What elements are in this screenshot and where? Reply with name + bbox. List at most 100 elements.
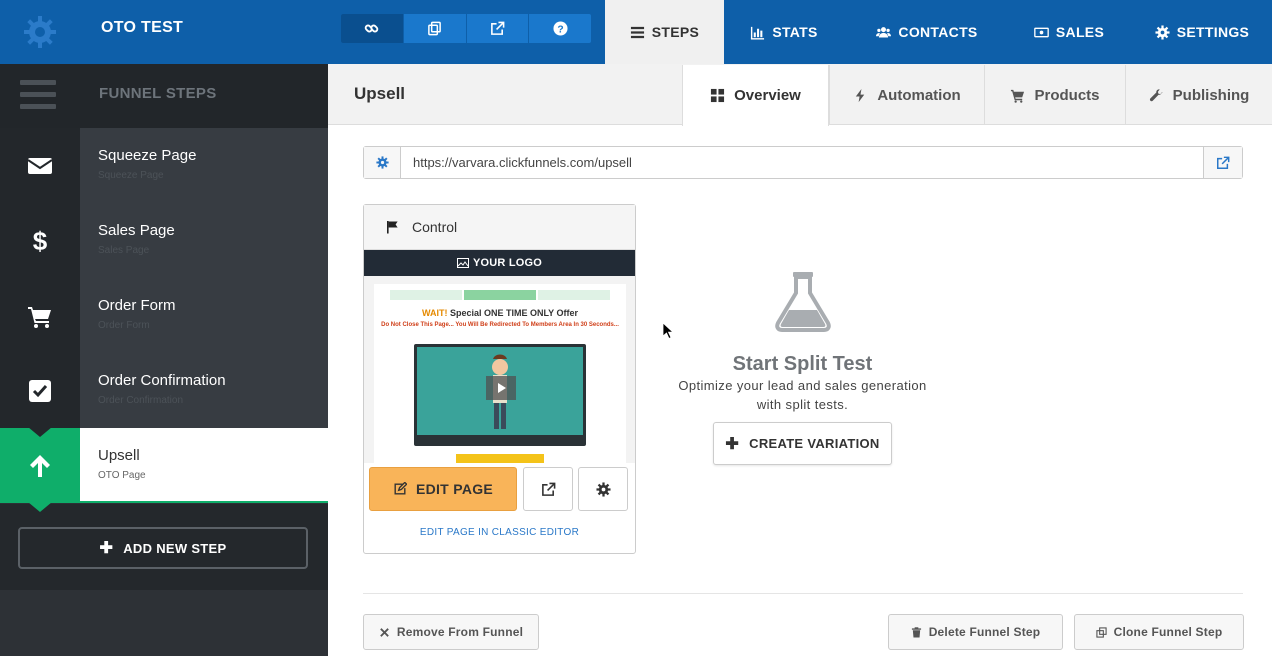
nav-steps-label: STEPS xyxy=(651,24,700,40)
envelope-icon xyxy=(27,157,53,174)
page-header: Upsell Overview Automation Products Publ… xyxy=(328,64,1272,126)
cart-icon xyxy=(28,306,51,328)
remove-from-funnel-label: Remove From Funnel xyxy=(396,625,524,639)
menu-icon[interactable] xyxy=(20,80,56,110)
nav-sales[interactable]: SALES xyxy=(1012,0,1126,64)
add-new-step-button[interactable]: ✚ ADD NEW STEP xyxy=(18,527,308,569)
flask-icon xyxy=(775,272,831,332)
split-test-title: Start Split Test xyxy=(732,353,873,375)
funnel-title: OTO TEST xyxy=(101,19,184,36)
step-subtitle: Squeeze Page xyxy=(98,170,164,181)
step-name: Order Form xyxy=(98,297,176,314)
open-external-button[interactable] xyxy=(467,14,530,43)
plus-icon: ✚ xyxy=(99,540,114,557)
edit-page-button[interactable]: EDIT PAGE xyxy=(369,467,517,511)
link-button[interactable] xyxy=(341,14,404,43)
plus-icon: ✚ xyxy=(725,435,740,453)
svg-text:$: $ xyxy=(33,227,48,255)
open-url-button[interactable] xyxy=(1203,147,1242,178)
app-logo[interactable] xyxy=(0,0,80,64)
sidebar-header: FUNNEL STEPS xyxy=(0,64,328,128)
split-test-panel: Start Split Test Optimize your lead and … xyxy=(670,260,935,480)
help-icon: ? xyxy=(553,21,568,36)
cog-icon xyxy=(595,481,611,497)
open-page-button[interactable] xyxy=(523,467,573,511)
grid-icon xyxy=(711,88,725,103)
copy-button[interactable] xyxy=(404,14,467,43)
variant-header: Control xyxy=(364,205,635,250)
sidebar-step-order-form[interactable]: Order Form Order Form xyxy=(0,278,328,362)
checkbox-icon xyxy=(29,379,51,402)
edit-classic-editor-link[interactable]: EDIT PAGE IN CLASSIC EDITOR xyxy=(364,527,635,538)
tab-products[interactable]: Products xyxy=(984,65,1125,125)
step-name: Squeeze Page xyxy=(98,147,197,164)
image-icon xyxy=(456,258,469,268)
add-new-step-label: ADD NEW STEP xyxy=(123,540,227,556)
sidebar-title: FUNNEL STEPS xyxy=(99,85,217,102)
variant-label: Control xyxy=(412,219,458,235)
play-icon xyxy=(486,376,516,400)
tab-products-label: Products xyxy=(1034,86,1100,104)
copy-icon xyxy=(1095,626,1107,638)
delete-funnel-step-button[interactable]: Delete Funnel Step xyxy=(888,614,1063,650)
wrench-icon xyxy=(1149,88,1163,101)
tab-automation[interactable]: Automation xyxy=(829,65,984,125)
dollar-icon: $ xyxy=(33,227,48,255)
external-link-icon xyxy=(1217,156,1230,169)
sidebar-step-upsell[interactable]: Upsell OTO Page xyxy=(0,428,328,512)
sidebar: FUNNEL STEPS Squeeze Page Squeeze Page $… xyxy=(0,64,328,656)
delete-funnel-step-label: Delete Funnel Step xyxy=(928,625,1041,639)
step-subtitle: OTO Page xyxy=(98,470,146,481)
step-subtitle: Order Form xyxy=(98,320,150,331)
nav-settings-label: SETTINGS xyxy=(1176,24,1250,40)
preview-headline-text: Special ONE TIME ONLY Offer xyxy=(447,308,579,318)
link-icon xyxy=(365,24,379,33)
flag-icon xyxy=(387,221,398,234)
cog-icon xyxy=(1155,24,1170,40)
control-variant-card: Control YOUR LOGO WAIT! Special ONE TIME… xyxy=(363,204,636,554)
nav-settings[interactable]: SETTINGS xyxy=(1136,0,1268,64)
nav-contacts[interactable]: CONTACTS xyxy=(852,0,1002,64)
money-icon xyxy=(1034,27,1049,37)
edit-page-label: EDIT PAGE xyxy=(415,481,494,497)
nav-stats[interactable]: STATS xyxy=(724,0,844,64)
external-link-icon xyxy=(490,21,505,35)
nav-sales-label: SALES xyxy=(1055,24,1105,40)
preview-logo-text: YOUR LOGO xyxy=(472,257,543,269)
funnel-toolbar: ? xyxy=(341,14,591,43)
step-name: Sales Page xyxy=(98,222,175,239)
step-name: Order Confirmation xyxy=(98,372,226,389)
split-test-description: Optimize your lead and sales generation … xyxy=(678,378,927,412)
cart-icon xyxy=(1011,89,1025,103)
sidebar-step-squeeze-page[interactable]: Squeeze Page Squeeze Page xyxy=(0,128,328,212)
preview-headline: WAIT! Special ONE TIME ONLY Offer xyxy=(374,308,626,318)
users-icon xyxy=(876,26,892,37)
close-icon xyxy=(380,627,389,637)
clone-funnel-step-button[interactable]: Clone Funnel Step xyxy=(1074,614,1244,650)
bar-chart-icon xyxy=(751,26,765,40)
gear-logo-icon xyxy=(24,16,56,48)
page-settings-button[interactable] xyxy=(578,467,628,511)
sidebar-step-order-confirmation[interactable]: Order Confirmation Order Confirmation xyxy=(0,353,328,437)
tab-publishing[interactable]: Publishing xyxy=(1125,65,1272,125)
copy-icon xyxy=(428,21,441,36)
step-name: Upsell xyxy=(98,447,140,464)
arrow-up-icon xyxy=(30,454,50,477)
footer-divider xyxy=(363,593,1243,594)
nav-steps[interactable]: STEPS xyxy=(605,0,724,64)
sidebar-step-sales-page[interactable]: $ Sales Page Sales Page xyxy=(0,203,328,287)
page-url-input[interactable]: https://varvara.clickfunnels.com/upsell xyxy=(401,147,1203,178)
step-subtitle: Order Confirmation xyxy=(98,395,184,406)
preview-subline: Do Not Close This Page... You Will Be Re… xyxy=(381,322,619,328)
create-variation-button[interactable]: ✚ CREATE VARIATION xyxy=(713,422,892,465)
external-link-icon xyxy=(541,482,555,496)
url-settings-button[interactable] xyxy=(364,147,401,178)
tab-publishing-label: Publishing xyxy=(1172,86,1250,104)
list-icon xyxy=(630,26,644,38)
page-preview[interactable]: YOUR LOGO WAIT! Special ONE TIME ONLY Of… xyxy=(364,250,635,463)
step-subtitle: Sales Page xyxy=(98,245,150,256)
remove-from-funnel-button[interactable]: Remove From Funnel xyxy=(363,614,539,650)
preview-page: WAIT! Special ONE TIME ONLY Offer Do Not… xyxy=(374,284,626,463)
tab-overview[interactable]: Overview xyxy=(682,65,829,126)
help-button[interactable]: ? xyxy=(529,14,591,43)
